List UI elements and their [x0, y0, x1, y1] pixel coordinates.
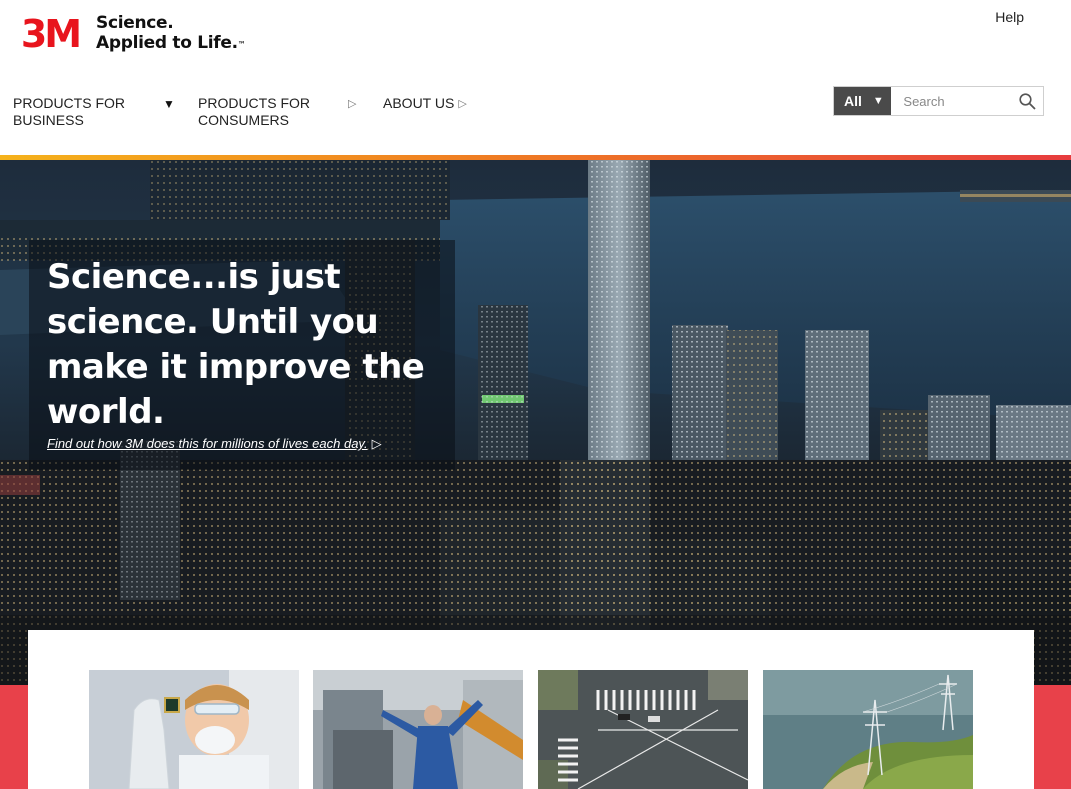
- card-scientist-holding-chip[interactable]: [89, 670, 299, 789]
- hero-learn-more-link[interactable]: Find out how 3M does this for millions o…: [47, 436, 382, 452]
- nav-about-us[interactable]: ABOUT US ▷: [383, 95, 467, 129]
- triangle-right-icon: ▷: [371, 436, 382, 451]
- triangle-down-icon: ▼: [163, 97, 175, 111]
- main-nav: PRODUCTS FOR BUSINESS ▼ PRODUCTS FOR CON…: [13, 95, 467, 129]
- hero-banner: Science...is just science. Until you mak…: [0, 160, 1071, 685]
- search-button[interactable]: [1011, 87, 1043, 115]
- brand-tagline: Science. Applied to Life.™: [96, 13, 246, 53]
- card-factory-worker[interactable]: [313, 670, 523, 789]
- search-bar: All ▼: [833, 86, 1044, 116]
- chevron-down-icon: ▼: [872, 95, 884, 107]
- tagline-line-1: Science.: [96, 13, 174, 33]
- search-icon: [1019, 92, 1036, 110]
- triangle-right-icon: ▷: [348, 98, 357, 110]
- 3m-logo: 3M: [21, 14, 82, 50]
- logo-text: 3M: [21, 14, 79, 50]
- trademark-symbol: ™: [237, 40, 246, 49]
- nav-item-label: ABOUT US: [383, 95, 455, 111]
- card-city-intersection[interactable]: [538, 670, 748, 789]
- help-link[interactable]: Help: [995, 9, 1024, 25]
- hero-title: Science...is just science. Until you mak…: [47, 257, 425, 432]
- intersection-image: [538, 670, 748, 789]
- nav-item-label: PRODUCTS FOR CONSUMERS: [198, 95, 310, 128]
- nav-products-for-business[interactable]: PRODUCTS FOR BUSINESS ▼: [13, 95, 178, 129]
- search-scope-value: All: [844, 93, 862, 109]
- power-lines-image: [763, 670, 973, 789]
- search-scope-dropdown[interactable]: All ▼: [834, 87, 892, 115]
- factory-image: [313, 670, 523, 789]
- site-header: 3M Science. Applied to Life.™ Help PRODU…: [0, 0, 1071, 155]
- card-power-lines-coast[interactable]: [763, 670, 973, 789]
- nav-item-label: PRODUCTS FOR BUSINESS: [13, 95, 125, 128]
- tagline-line-2: Applied to Life.: [96, 33, 238, 53]
- scientist-image: [89, 670, 299, 789]
- brand-logo-link[interactable]: 3M Science. Applied to Life.™: [13, 13, 246, 53]
- triangle-right-icon: ▷: [458, 98, 467, 110]
- nav-products-for-consumers[interactable]: PRODUCTS FOR CONSUMERS ▷: [198, 95, 364, 129]
- hero-link-text: Find out how 3M does this for millions o…: [47, 436, 368, 451]
- search-input[interactable]: [891, 87, 1012, 115]
